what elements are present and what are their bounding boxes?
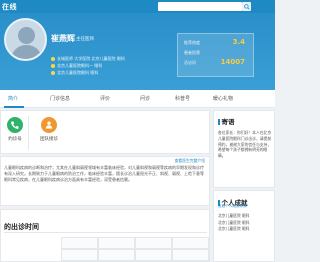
book-appointment-button[interactable]: 约诊号 — [1, 117, 29, 147]
schedule-panel: 的出诊时间 — [0, 209, 210, 262]
schedule-cell — [98, 237, 135, 249]
stat-value: 3.4 — [232, 38, 245, 46]
service-label: 团队接诊 — [40, 137, 58, 142]
doctor-info-line: 长城医师 大学医院 北京儿童医院 眼科 — [51, 56, 125, 62]
profile-tabs: 简介 门诊信息 评价 问诊 科普号 暖心礼物 — [0, 90, 275, 108]
schedule-cell — [135, 237, 172, 249]
schedule-cell — [135, 249, 172, 261]
info-dot-icon — [51, 56, 55, 61]
notice-panel: 寄语 各位家长：你们好！本人在北京儿童医院眼科门诊出诊，请提前预约，谢谢大家的信… — [213, 110, 275, 188]
notice-title: 寄语 — [218, 116, 235, 126]
achievements-list: 北京儿童医院 眼科 北京儿童医院 眼科 北京儿童医院 眼科 — [218, 213, 272, 233]
site-logo[interactable]: 在线 — [2, 2, 17, 12]
search-button[interactable] — [242, 2, 251, 11]
top-nav-bar: 在线 — [0, 0, 275, 13]
tab-articles[interactable]: 科普号 — [175, 95, 190, 102]
info-dot-icon — [51, 70, 55, 75]
notice-text: 各位家长：你们好！本人在北京儿童医院眼科门诊出诊，请提前预约，谢谢大家的信任与支… — [218, 130, 272, 159]
doctor-title: 主任医师 — [76, 37, 94, 42]
achievements-panel: 个人成就 查看个人成就详情 北京儿童医院 眼科 北京儿童医院 眼科 北京儿童医院… — [213, 190, 275, 262]
tab-schedule[interactable]: 门诊信息 — [50, 95, 70, 102]
schedule-cell — [61, 249, 98, 261]
tab-consult[interactable]: 问诊 — [140, 95, 150, 102]
service-label: 约诊号 — [8, 137, 22, 142]
info-dot-icon — [51, 63, 55, 68]
active-tab-indicator — [4, 106, 24, 108]
divider — [4, 232, 207, 233]
doctor-info-line: 北京儿童医院眼科 眼科 — [51, 70, 98, 76]
doctor-avatar — [4, 18, 47, 61]
tab-gifts[interactable]: 暖心礼物 — [213, 95, 233, 102]
tab-reviews[interactable]: 评价 — [100, 95, 110, 102]
schedule-cell — [172, 249, 209, 261]
doctor-header: 崔燕辉 主任医师 长城医师 大学医院 北京儿童医院 眼科 北京儿童医院眼科一 眼… — [0, 13, 275, 90]
view-full-intro-link[interactable]: 查看医生完整介绍 — [175, 158, 205, 164]
team-icon — [45, 121, 53, 129]
schedule-cell — [172, 237, 209, 249]
list-item: 北京儿童医院 眼科 — [218, 226, 250, 231]
schedule-cell — [61, 237, 98, 249]
schedule-title: 的出诊时间 — [4, 223, 39, 231]
schedule-grid — [61, 237, 209, 262]
team-consult-button[interactable]: 团队接诊 — [35, 117, 63, 147]
schedule-cell — [98, 249, 135, 261]
tab-intro[interactable]: 简介 — [8, 95, 18, 102]
phone-icon — [11, 121, 19, 129]
stat-label: 患者投票 — [184, 50, 200, 55]
view-achievements-link[interactable]: 查看个人成就详情 — [218, 204, 247, 209]
stats-box: 推荐热度 3.4 患者投票 总访问 14007 — [177, 33, 254, 77]
stat-label: 总访问 — [184, 60, 196, 65]
divider — [28, 116, 29, 150]
intro-panel: 查看医生完整介绍 儿童眼科疾病的诊断和治疗；尤其在儿童斜弱视领域有丰富临床经验，… — [0, 156, 210, 206]
search-input[interactable] — [158, 2, 242, 11]
doctor-info-line: 北京儿童医院眼科一 眼科 — [51, 63, 102, 69]
service-panel: 约诊号 团队接诊 — [0, 110, 210, 154]
search-icon — [243, 3, 250, 10]
stat-label: 推荐热度 — [184, 40, 200, 45]
title-bar — [218, 118, 220, 125]
doctor-name: 崔燕辉 — [51, 34, 75, 43]
stat-value: 14007 — [220, 58, 245, 66]
intro-text: 儿童眼科疾病的诊断和治疗；尤其在儿童斜弱视领域有丰富临床经验，对儿童斜视和弱视等… — [4, 165, 204, 182]
